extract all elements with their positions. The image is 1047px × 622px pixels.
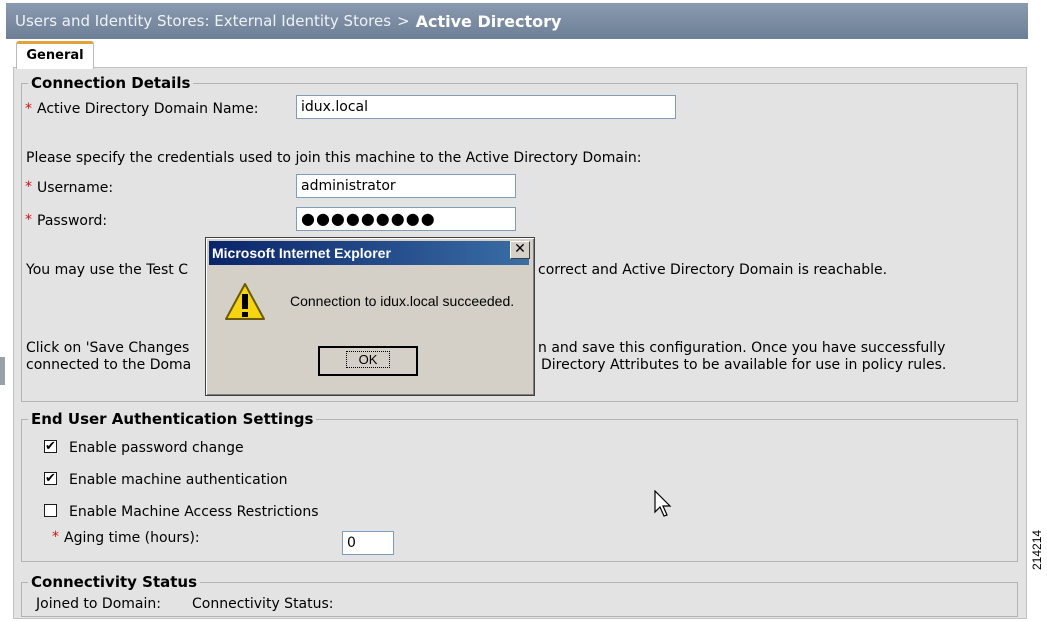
credentials-prompt: Please specify the credentials used to j… xyxy=(26,150,642,166)
domain-name-label: Active Directory Domain Name: xyxy=(37,101,259,117)
domain-name-input[interactable] xyxy=(296,95,676,119)
password-label: Password: xyxy=(37,213,108,229)
password-input[interactable]: ●●●●●●●●● xyxy=(296,207,516,231)
end-user-auth-legend: End User Authentication Settings xyxy=(31,410,314,428)
dialog-message: Connection to idux.local succeeded. xyxy=(290,293,515,309)
ok-button-label: OK xyxy=(345,351,391,368)
enable-machine-access-restrictions-checkbox[interactable] xyxy=(44,504,57,517)
save-changes-text-line2-continued: Directory Attributes to be available for… xyxy=(541,357,947,373)
enable-machine-auth-checkbox[interactable]: ✔ xyxy=(44,472,57,485)
alert-dialog: Microsoft Internet Explorer ✕ Connection… xyxy=(205,237,535,396)
enable-machine-auth-label: Enable machine authentication xyxy=(69,472,288,488)
save-changes-text-continued: n and save this configuration. Once you … xyxy=(538,340,946,356)
dialog-title: Microsoft Internet Explorer xyxy=(209,241,529,265)
required-marker: * xyxy=(25,101,32,117)
enable-password-change-label: Enable password change xyxy=(69,440,244,456)
warning-icon xyxy=(225,283,265,320)
joined-to-domain-label: Joined to Domain: xyxy=(36,596,161,612)
required-marker: * xyxy=(52,529,59,545)
connectivity-status-legend: Connectivity Status xyxy=(31,573,198,591)
username-label: Username: xyxy=(37,180,114,196)
page-title: Active Directory xyxy=(415,11,562,31)
connectivity-status-group: Connectivity Status xyxy=(21,573,1018,617)
save-changes-text-line2: connected to the Doma xyxy=(26,357,192,373)
figure-number: 214214 xyxy=(1030,529,1044,570)
aging-time-input[interactable] xyxy=(342,531,394,555)
tab-general[interactable]: General xyxy=(16,41,94,69)
enable-password-change-checkbox[interactable]: ✔ xyxy=(44,440,57,453)
left-edge-handle xyxy=(0,357,5,385)
close-icon[interactable]: ✕ xyxy=(510,241,530,259)
ok-button[interactable]: OK xyxy=(318,346,418,376)
connectivity-status-label: Connectivity Status: xyxy=(192,596,334,612)
required-marker: * xyxy=(25,179,32,195)
enable-machine-access-restrictions-label: Enable Machine Access Restrictions xyxy=(69,504,319,520)
aging-time-label: Aging time (hours): xyxy=(64,530,200,546)
username-input[interactable] xyxy=(296,174,516,198)
required-marker: * xyxy=(25,212,32,228)
breadcrumb: Users and Identity Stores: External Iden… xyxy=(15,12,392,30)
breadcrumb-separator: > xyxy=(397,12,410,30)
save-changes-text: Click on 'Save Changes xyxy=(26,340,190,356)
test-connection-text-continued: correct and Active Directory Domain is r… xyxy=(538,262,888,278)
page-header: Users and Identity Stores: External Iden… xyxy=(6,3,1028,39)
test-connection-text: You may use the Test C xyxy=(26,262,188,278)
connection-details-legend: Connection Details xyxy=(31,74,191,92)
mouse-cursor-icon xyxy=(654,490,672,517)
